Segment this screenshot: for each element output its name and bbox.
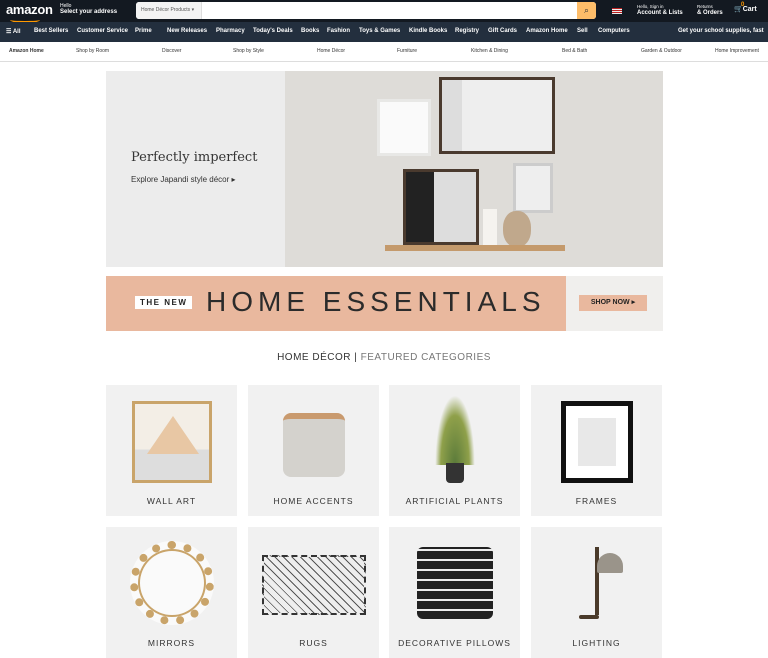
top-header: amazon Hello Select your address Home Déc…: [0, 0, 768, 23]
search-category-label: Home Décor Products: [141, 7, 191, 13]
home-essentials-banner[interactable]: THE NEW HOME ESSENTIALS SHOP NOW ▸: [106, 276, 663, 331]
account-label: Account & Lists: [637, 10, 683, 16]
frame-image: [560, 401, 633, 483]
nav-item[interactable]: Sell: [577, 28, 588, 34]
returns-orders-link[interactable]: Returns & Orders: [697, 4, 723, 16]
lamp-image: [594, 547, 599, 615]
cart-count: 0: [741, 2, 745, 8]
subnav-item[interactable]: Kitchen & Dining: [471, 48, 508, 54]
category-label: DECORATIVE PILLOWS: [398, 638, 511, 648]
nav-item[interactable]: Customer Service: [77, 28, 128, 34]
home-accents-image: [282, 413, 345, 477]
hero-link[interactable]: Explore Japandi style décor ▸: [131, 175, 236, 184]
lamp-shade: [597, 553, 623, 573]
wall-art-image: [131, 401, 212, 483]
cart-button[interactable]: 🛒 0 Cart: [734, 2, 757, 13]
category-rugs[interactable]: RUGS: [248, 527, 379, 658]
pillow-image: [416, 547, 493, 619]
search-category-dropdown[interactable]: Home Décor Products ▾: [136, 2, 202, 19]
sub-nav: Amazon Home Shop by Room Discover Shop b…: [0, 42, 768, 62]
plant-image: [434, 395, 475, 465]
nav-item[interactable]: Books: [301, 28, 319, 34]
subnav-item[interactable]: Garden & Outdoor: [641, 48, 682, 54]
returns-label: Returns: [697, 4, 713, 9]
category-decorative-pillows[interactable]: DECORATIVE PILLOWS: [389, 527, 520, 658]
plant-pot-image: [445, 463, 464, 483]
category-label: WALL ART: [146, 496, 197, 506]
shop-now-button[interactable]: SHOP NOW ▸: [579, 295, 647, 311]
category-home-accents[interactable]: HOME ACCENTS: [248, 385, 379, 516]
subnav-item[interactable]: Discover: [162, 48, 181, 54]
orders-label: & Orders: [697, 10, 723, 16]
section-separator: |: [354, 352, 358, 363]
nav-item[interactable]: Pharmacy: [216, 28, 245, 34]
category-frames[interactable]: FRAMES: [531, 385, 662, 516]
mirror-image: [129, 541, 214, 625]
all-label: All: [12, 29, 21, 35]
search-bar: Home Décor Products ▾ ⌕: [136, 2, 596, 19]
nav-item[interactable]: Computers: [598, 28, 630, 34]
address-label: Select your address: [60, 9, 118, 15]
main-nav: ☰ All Best Sellers Customer Service Prim…: [0, 22, 768, 42]
nav-item[interactable]: Kindle Books: [409, 28, 447, 34]
subnav-item[interactable]: Amazon Home: [9, 48, 44, 54]
all-menu-button[interactable]: ☰ All: [6, 28, 21, 35]
category-label: HOME ACCENTS: [273, 496, 354, 506]
subnav-item[interactable]: Home Improvement: [715, 48, 759, 54]
subnav-item[interactable]: Shop by Style: [233, 48, 264, 54]
hero-banner[interactable]: Perfectly imperfect Explore Japandi styl…: [106, 71, 663, 267]
nav-item[interactable]: Today's Deals: [253, 28, 293, 34]
rug-image: [261, 555, 366, 615]
category-label: RUGS: [299, 638, 328, 648]
promo-link[interactable]: Get your school supplies, fast: [678, 28, 764, 34]
category-artificial-plants[interactable]: ARTIFICIAL PLANTS: [389, 385, 520, 516]
nav-item[interactable]: Amazon Home: [526, 28, 568, 34]
hero-title: Perfectly imperfect: [131, 150, 258, 165]
deliver-to-address[interactable]: Hello Select your address: [60, 3, 117, 15]
section-title: HOME DÉCOR: [277, 352, 351, 363]
amazon-logo[interactable]: amazon: [6, 2, 53, 23]
lamp-base: [579, 615, 599, 619]
us-flag-icon[interactable]: [612, 8, 622, 14]
category-mirrors[interactable]: MIRRORS: [106, 527, 237, 658]
account-hello: Hello, Sign in: [637, 4, 664, 9]
search-button[interactable]: ⌕: [577, 2, 596, 19]
subnav-item[interactable]: Shop by Room: [76, 48, 109, 54]
banner-tag: THE NEW: [135, 296, 193, 309]
subnav-item[interactable]: Furniture: [397, 48, 417, 54]
category-label: MIRRORS: [147, 638, 196, 648]
nav-item[interactable]: Prime: [135, 28, 152, 34]
account-lists-menu[interactable]: Hello, Sign in Account & Lists: [637, 4, 683, 16]
nav-item[interactable]: Toys & Games: [359, 28, 400, 34]
nav-item[interactable]: New Releases: [167, 28, 207, 34]
cart-label: Cart: [742, 6, 757, 13]
category-label: LIGHTING: [572, 638, 621, 648]
hero-image: [285, 71, 663, 267]
nav-item[interactable]: Registry: [455, 28, 479, 34]
nav-item[interactable]: Fashion: [327, 28, 350, 34]
banner-peach-panel: THE NEW HOME ESSENTIALS: [106, 276, 566, 331]
subnav-item[interactable]: Bed & Bath: [562, 48, 587, 54]
subnav-item[interactable]: Home Décor: [317, 48, 345, 54]
banner-title: HOME ESSENTIALS: [206, 286, 546, 317]
search-input[interactable]: [203, 2, 577, 19]
category-label: ARTIFICIAL PLANTS: [405, 496, 504, 506]
nav-item[interactable]: Best Sellers: [34, 28, 68, 34]
category-lighting[interactable]: LIGHTING: [531, 527, 662, 658]
nav-item[interactable]: Gift Cards: [488, 28, 517, 34]
section-heading: HOME DÉCOR | FEATURED CATEGORIES: [0, 352, 768, 363]
category-label: FRAMES: [575, 496, 618, 506]
category-wall-art[interactable]: WALL ART: [106, 385, 237, 516]
search-icon: ⌕: [583, 5, 590, 15]
section-subtitle: FEATURED CATEGORIES: [360, 352, 491, 363]
